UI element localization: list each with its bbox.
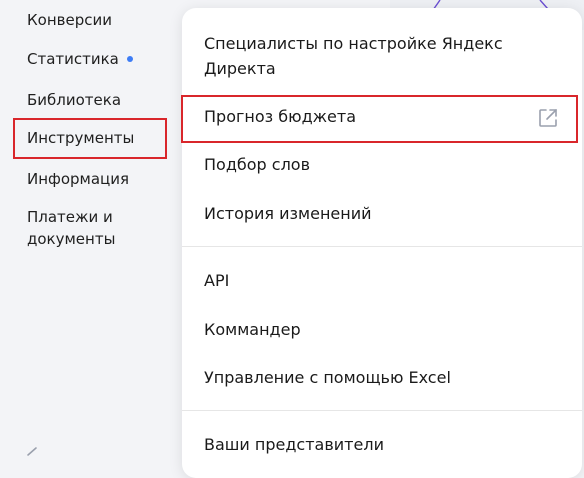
sidebar-item-payments[interactable]: Платежи и документы <box>27 206 115 250</box>
sidebar-item-label: Статистика <box>27 50 119 68</box>
menu-item-directe-specialists[interactable]: Специалисты по настройке Яндекс Директа <box>204 31 534 81</box>
notification-dot <box>126 55 133 62</box>
menu-divider <box>182 246 582 247</box>
sidebar-item-tools[interactable]: Инструменты <box>27 127 134 149</box>
menu-item-excel-management[interactable]: Управление с помощью Excel <box>204 365 451 390</box>
menu-item-api[interactable]: API <box>204 268 229 293</box>
tools-dropdown-menu: Специалисты по настройке Яндекс Директа … <box>181 8 582 478</box>
sidebar: Конверсии Статистика Библиотека Инструме… <box>0 0 182 459</box>
menu-item-word-selection[interactable]: Подбор слов <box>204 152 310 177</box>
chevron-left-icon[interactable] <box>24 446 38 460</box>
menu-item-commander[interactable]: Коммандер <box>204 317 301 342</box>
sidebar-item-conversions[interactable]: Конверсии <box>27 9 112 31</box>
menu-item-budget-forecast[interactable]: Прогноз бюджета <box>204 104 356 129</box>
sidebar-item-information[interactable]: Информация <box>27 168 129 190</box>
menu-item-representatives[interactable]: Ваши представители <box>204 432 384 457</box>
external-link-icon[interactable] <box>537 107 559 129</box>
sidebar-item-statistics[interactable]: Статистика <box>27 48 133 70</box>
sidebar-item-library[interactable]: Библиотека <box>27 89 121 111</box>
menu-item-change-history[interactable]: История изменений <box>204 201 372 226</box>
menu-divider <box>182 410 582 411</box>
